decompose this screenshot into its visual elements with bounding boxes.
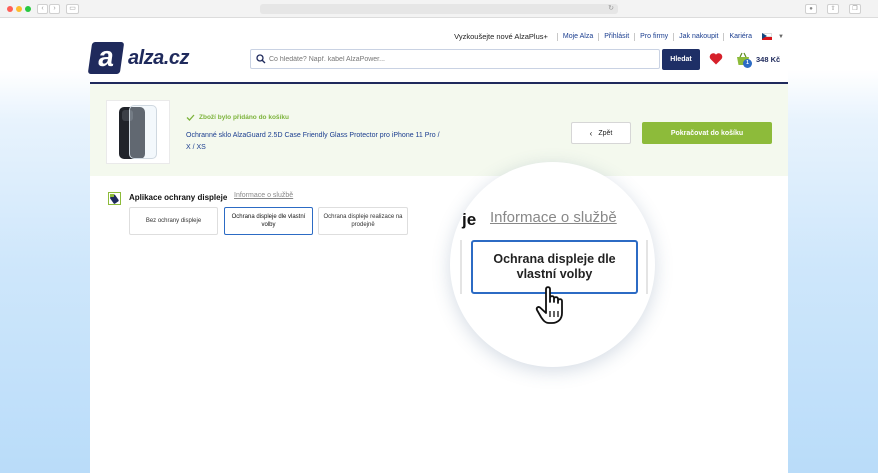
added-to-cart-panel: Zboží bylo přidáno do košíku Ochranné sk… — [90, 84, 788, 176]
alzaplus-promo-link[interactable]: Vyzkoušejte nové AlzaPlus+ — [454, 32, 548, 41]
download-icon[interactable]: ● — [805, 4, 817, 14]
heart-icon[interactable] — [709, 52, 723, 65]
product-title-link[interactable]: Ochranné sklo AlzaGuard 2.5D Case Friend… — [186, 130, 446, 154]
nav-link-pro-firmy[interactable]: Pro firmy — [640, 33, 668, 40]
nav-link-jak-nakoupit[interactable]: Jak nakoupit — [679, 33, 718, 40]
nav-link-kariera[interactable]: Kariéra — [729, 33, 752, 40]
service-title: Aplikace ochrany displeje — [129, 193, 228, 202]
czech-flag-icon[interactable] — [762, 33, 773, 40]
logo-mark: a — [87, 41, 125, 74]
browser-back-button[interactable]: ‹ — [37, 4, 48, 14]
continue-to-cart-button[interactable]: Pokračovat do košíku — [642, 122, 772, 144]
option-no-protection[interactable]: Bez ochrany displeje — [129, 207, 218, 235]
nav-link-prihlasit[interactable]: Přihlásit — [604, 33, 629, 40]
maximize-window-button[interactable] — [25, 6, 31, 12]
logo-text: alza.cz — [128, 46, 189, 69]
added-status: Zboží bylo přidáno do košíku — [186, 114, 289, 121]
chevron-left-icon: ‹ — [589, 128, 593, 138]
address-bar[interactable]: ↻ — [260, 4, 618, 14]
search-input[interactable] — [269, 52, 649, 66]
minimize-window-button[interactable] — [16, 6, 22, 12]
zoomed-info-link[interactable]: Informace o službě — [490, 209, 617, 226]
nav-link-moje-alza[interactable]: Moje Alza — [563, 33, 593, 40]
close-window-button[interactable] — [7, 6, 13, 12]
added-status-text: Zboží bylo přidáno do košíku — [199, 114, 289, 121]
zoomed-title-fragment: je — [462, 210, 477, 229]
tabs-icon[interactable]: ❐ — [849, 4, 861, 14]
sidebar-toggle-icon[interactable]: ▭ — [66, 4, 79, 14]
reload-icon[interactable]: ↻ — [608, 4, 614, 14]
check-icon — [186, 114, 195, 121]
basket-price[interactable]: 348 Kč — [756, 55, 780, 64]
search-box — [250, 49, 660, 69]
back-button[interactable]: ‹ Zpět — [571, 122, 631, 144]
back-button-label: Zpět — [598, 129, 613, 137]
top-navigation: Vyzkoušejte nové AlzaPlus+ Moje Alza Při… — [454, 32, 784, 41]
browser-forward-button[interactable]: › — [49, 4, 60, 14]
share-icon[interactable]: ⇧ — [827, 4, 839, 14]
service-info-link[interactable]: Informace o službě — [234, 192, 293, 199]
magnifier-zoom: je Informace o službě Ochrana displeje d… — [450, 162, 655, 367]
glass-protector-image — [129, 105, 157, 159]
screen-protection-icon — [108, 192, 121, 205]
alza-logo[interactable]: a alza.cz — [87, 41, 189, 74]
hand-cursor-icon — [535, 286, 563, 324]
chevron-down-icon[interactable]: ▼ — [778, 34, 784, 40]
option-store-protection[interactable]: Ochrana displeje realizace na prodejně — [318, 207, 408, 235]
search-icon — [256, 54, 266, 64]
search-button[interactable]: Hledat — [662, 49, 700, 70]
basket-count-badge: 1 — [743, 59, 752, 68]
product-image[interactable] — [106, 100, 170, 164]
page: Vyzkoušejte nové AlzaPlus+ Moje Alza Při… — [87, 18, 788, 473]
option-own-protection[interactable]: Ochrana displeje dle vlastní volby — [224, 207, 313, 235]
browser-toolbar: ‹ › ▭ ↻ ● ⇧ ❐ — [0, 0, 878, 18]
